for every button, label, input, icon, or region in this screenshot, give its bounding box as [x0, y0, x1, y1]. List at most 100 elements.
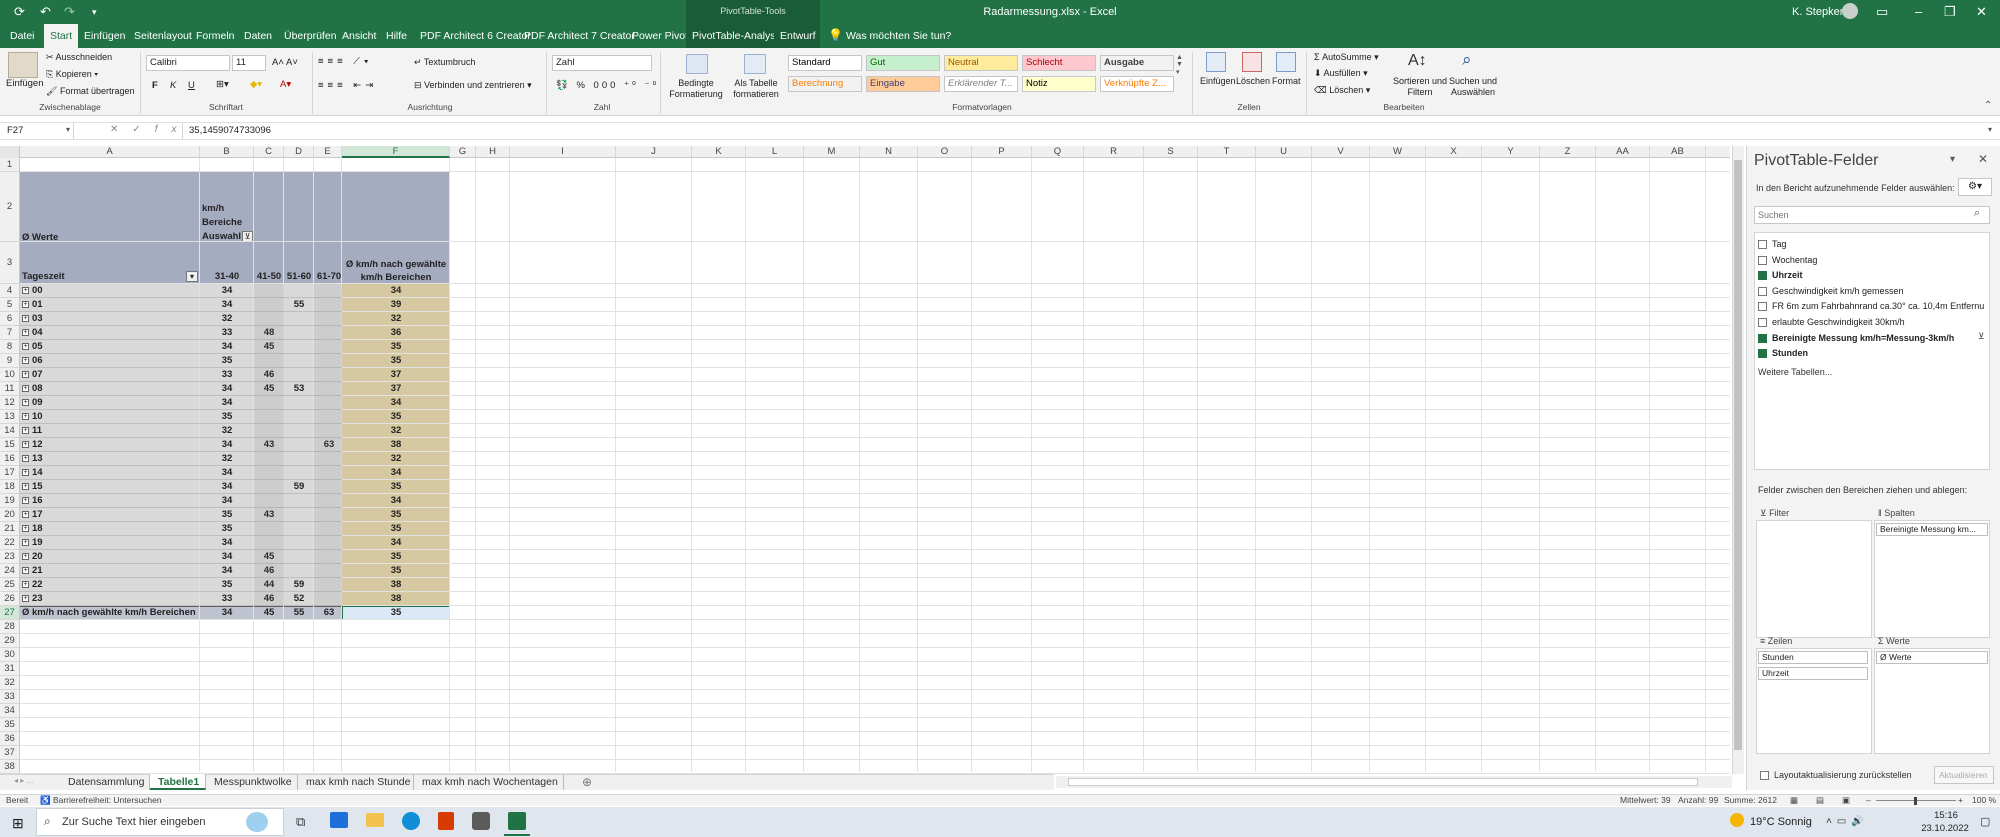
pivot-row-total[interactable]: 37	[342, 368, 450, 382]
row-header[interactable]: 16	[0, 452, 20, 466]
row-header[interactable]: 18	[0, 480, 20, 494]
tab-start[interactable]: Start	[44, 24, 79, 48]
row-header[interactable]: 11	[0, 382, 20, 396]
conditional-format-button[interactable]: Bedingte Formatierung	[666, 78, 726, 100]
pivot-value-cell[interactable]: 32	[200, 424, 254, 438]
pivot-value-cell[interactable]	[284, 326, 314, 340]
zoom-slider-thumb[interactable]	[1914, 797, 1917, 805]
number-format-select[interactable]: Zahl	[552, 55, 652, 71]
panel-options-icon[interactable]: ▾	[1950, 154, 1955, 165]
tab-pdf-architect-7[interactable]: PDF Architect 7 Creator	[518, 24, 641, 48]
pivot-row-total[interactable]: 34	[342, 494, 450, 508]
pivot-value-cell[interactable]: 34	[200, 396, 254, 410]
grand-total-cell[interactable]: 45	[254, 606, 284, 620]
row-header[interactable]: 14	[0, 424, 20, 438]
fill-button[interactable]: ⬇ Ausfüllen ▾	[1314, 68, 1368, 79]
close-icon[interactable]: ✕	[1976, 4, 1987, 20]
copy-button[interactable]: ⎘ Kopieren ▾	[46, 69, 98, 80]
insert-cells-button[interactable]: Einfügen	[1200, 76, 1236, 86]
pivot-value-cell[interactable]: 59	[284, 578, 314, 592]
row-header[interactable]: 25	[0, 578, 20, 592]
delete-cells-icon[interactable]	[1242, 52, 1262, 72]
pivot-value-cell[interactable]: 34	[200, 550, 254, 564]
pivot-row-total[interactable]: 34	[342, 466, 450, 480]
cell-style-item[interactable]: Berechnung	[788, 76, 862, 92]
sort-filter-icon[interactable]: A↕	[1408, 52, 1427, 70]
column-header-g[interactable]: G	[450, 146, 476, 158]
pivot-value-cell[interactable]: 34	[200, 480, 254, 494]
pivot-row-total[interactable]: 32	[342, 312, 450, 326]
pivot-row-total[interactable]: 35	[342, 564, 450, 578]
grand-total-cell[interactable]: 34	[200, 606, 254, 620]
tab-daten[interactable]: Daten	[238, 24, 278, 48]
row-header[interactable]: 3	[0, 242, 20, 284]
view-buttons[interactable]: ▦▤▣	[1790, 795, 1868, 806]
tab-einfuegen[interactable]: Einfügen	[78, 24, 131, 48]
customize-qat-icon[interactable]: ▾	[92, 7, 97, 18]
task-view-icon[interactable]: ⧉	[296, 814, 305, 830]
defer-update-checkbox[interactable]	[1760, 771, 1769, 780]
cell-style-item[interactable]: Neutral	[944, 55, 1018, 71]
pivot-row-total[interactable]: 35	[342, 410, 450, 424]
pivot-value-cell[interactable]	[284, 312, 314, 326]
pivot-value-cell[interactable]	[284, 550, 314, 564]
field-item-label[interactable]: Bereinigte Messung km/h=Messung-3km/h	[1772, 333, 1954, 343]
row-header[interactable]: 26	[0, 592, 20, 606]
pivot-row-total[interactable]: 38	[342, 578, 450, 592]
column-header-aa[interactable]: AA	[1596, 146, 1650, 158]
pivot-value-cell[interactable]	[284, 340, 314, 354]
row-header[interactable]: 21	[0, 522, 20, 536]
sheet-tab[interactable]: max kmh nach Wochentagen	[414, 774, 564, 790]
row-header[interactable]: 20	[0, 508, 20, 522]
values-field-chip[interactable]: Ø Werte	[1876, 651, 1988, 664]
row-header[interactable]: 8	[0, 340, 20, 354]
search-highlight-icon[interactable]	[246, 812, 268, 832]
italic-button[interactable]: K	[170, 80, 176, 91]
expand-row-icon[interactable]: +	[22, 497, 29, 504]
pivot-row-total[interactable]: 35	[342, 550, 450, 564]
column-header-n[interactable]: N	[860, 146, 918, 158]
grand-total-cell[interactable]: 55	[284, 606, 314, 620]
row-header[interactable]: 17	[0, 466, 20, 480]
panel-close-icon[interactable]: ✕	[1978, 152, 1988, 166]
pivot-row-total[interactable]: 32	[342, 424, 450, 438]
cell-style-item[interactable]: Standard	[788, 55, 862, 71]
tab-formeln[interactable]: Formeln	[190, 24, 241, 48]
pivot-value-cell[interactable]: 33	[200, 368, 254, 382]
clock-date[interactable]: 23.10.2022	[1914, 823, 1976, 834]
find-select-icon[interactable]: ⌕	[1462, 50, 1472, 70]
pivot-value-cell[interactable]: 35	[200, 578, 254, 592]
field-checkbox[interactable]	[1758, 318, 1767, 327]
horizontal-scroll-thumb[interactable]	[1068, 778, 1698, 786]
autosum-button[interactable]: Σ AutoSumme ▾	[1314, 52, 1379, 63]
column-header-q[interactable]: Q	[1032, 146, 1084, 158]
tab-seitenlayout[interactable]: Seitenlayout	[128, 24, 198, 48]
column-header-t[interactable]: T	[1198, 146, 1256, 158]
column-header-v[interactable]: V	[1312, 146, 1370, 158]
clear-button[interactable]: ⌫ Löschen ▾	[1314, 85, 1370, 96]
collapse-ribbon-icon[interactable]: ⌃	[1984, 100, 1992, 111]
expand-row-icon[interactable]: +	[22, 539, 29, 546]
expand-row-icon[interactable]: +	[22, 427, 29, 434]
sort-filter-button[interactable]: Sortieren und Filtern	[1392, 76, 1448, 98]
find-select-button[interactable]: Suchen und Auswählen	[1448, 76, 1498, 98]
zoom-out-icon[interactable]: –	[1866, 795, 1871, 805]
row-header[interactable]: 15	[0, 438, 20, 452]
expand-row-icon[interactable]: +	[22, 399, 29, 406]
expand-row-icon[interactable]: +	[22, 455, 29, 462]
pivot-value-cell[interactable]	[284, 424, 314, 438]
row-header[interactable]: 32	[0, 676, 20, 690]
pivot-row-total[interactable]: 35	[342, 340, 450, 354]
column-header-k[interactable]: K	[692, 146, 746, 158]
expand-row-icon[interactable]: +	[22, 469, 29, 476]
row-header[interactable]: 28	[0, 620, 20, 634]
cell-style-item[interactable]: Erklärender T...	[944, 76, 1018, 92]
pivot-row-total[interactable]: 35	[342, 354, 450, 368]
sheet-tab[interactable]: Tabelle1	[150, 774, 206, 790]
pivot-row-total[interactable]: 34	[342, 396, 450, 410]
pivot-value-cell[interactable]	[284, 494, 314, 508]
name-box-dropdown-icon[interactable]: ▾	[66, 125, 70, 134]
conditional-format-icon[interactable]	[686, 54, 708, 74]
column-header-y[interactable]: Y	[1482, 146, 1540, 158]
pivot-value-cell[interactable]: 53	[284, 382, 314, 396]
